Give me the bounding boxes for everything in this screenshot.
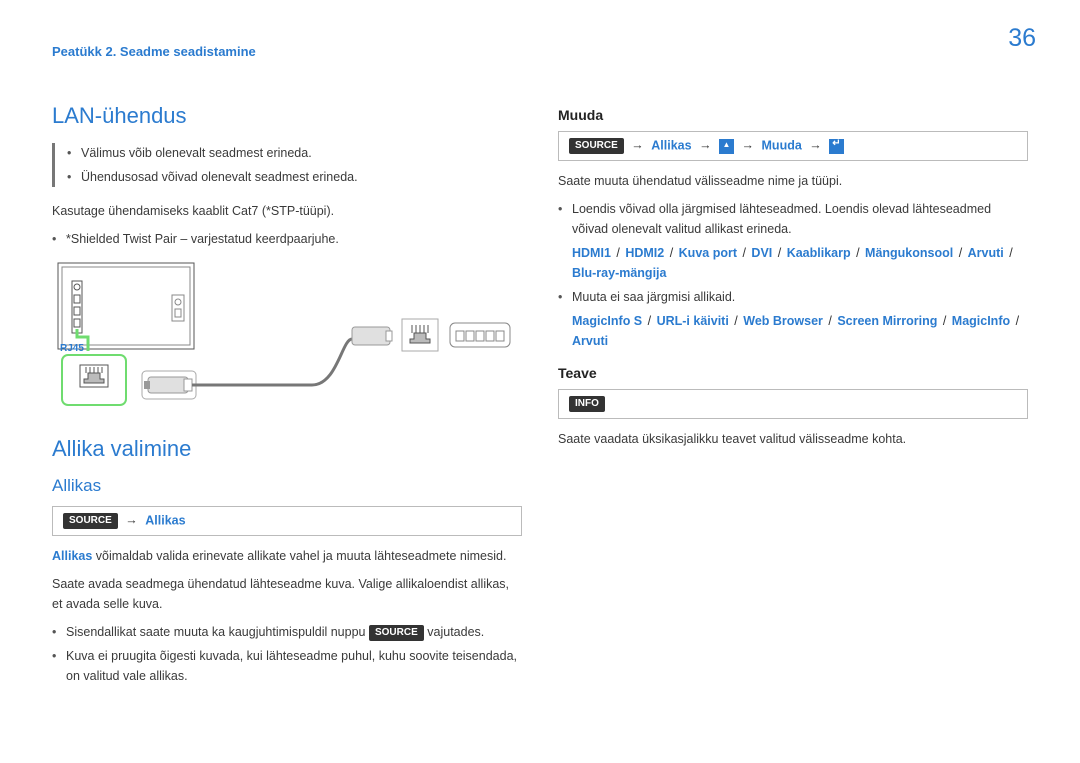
- slash-separator: /: [953, 246, 967, 260]
- source-token: MagicInfo: [952, 314, 1010, 328]
- heading-lan: LAN-ühendus: [52, 103, 522, 129]
- source-token: Screen Mirroring: [837, 314, 937, 328]
- source-token: Kaablikarp: [787, 246, 851, 260]
- heading-allikas: Allikas: [52, 476, 522, 496]
- left-column: LAN-ühendus Välimus võib olenevalt seadm…: [52, 103, 522, 696]
- slash-separator: /: [729, 314, 743, 328]
- slash-separator: /: [823, 314, 837, 328]
- source-tag: SOURCE: [63, 513, 118, 529]
- arrow-icon: →: [738, 138, 759, 152]
- allikas-p2: Saate avada seadmega ühendatud lähtesead…: [52, 574, 522, 614]
- path-box-teave: INFO: [558, 389, 1028, 419]
- path-box-allikas: SOURCE → Allikas: [52, 506, 522, 536]
- muuda-b1-text: Loendis võivad olla järgmised lähteseadm…: [572, 202, 991, 236]
- allikas-bullet-2: Kuva ei pruugita õigesti kuvada, kui läh…: [52, 646, 522, 686]
- slash-separator: /: [937, 314, 951, 328]
- rj45-label: RJ45: [60, 343, 84, 354]
- path-token-allikas: Allikas: [145, 513, 185, 527]
- arrow-icon: →: [627, 138, 648, 152]
- muuda-p1: Saate muuta ühendatud välisseadme nime j…: [558, 171, 1028, 191]
- muuda-bullet-1: Loendis võivad olla järgmised lähteseadm…: [558, 199, 1028, 283]
- source-token: Mängukonsool: [865, 246, 953, 260]
- arrow-icon: →: [121, 513, 142, 527]
- up-icon: [719, 139, 734, 154]
- source-tag-2: SOURCE: [569, 138, 624, 154]
- arrow-icon: →: [805, 138, 826, 152]
- path-box-muuda: SOURCE → Allikas → → Muuda →: [558, 131, 1028, 161]
- token-allikas-inline: Allikas: [52, 549, 92, 563]
- slash-separator: /: [642, 314, 656, 328]
- slash-separator: /: [772, 246, 786, 260]
- enter-icon: [829, 139, 844, 154]
- page-number: 36: [1008, 24, 1036, 53]
- slash-separator: /: [737, 246, 751, 260]
- source-token: Arvuti: [968, 246, 1004, 260]
- allikas-p1-text: võimaldab valida erinevate allikate vahe…: [96, 549, 507, 563]
- allikas-p1: Allikas võimaldab valida erinevate allik…: [52, 546, 522, 566]
- allikas-b1-b: vajutades.: [427, 625, 484, 639]
- right-column: Muuda SOURCE → Allikas → → Muuda → Saate…: [558, 103, 1028, 696]
- lan-cable-text: Kasutage ühendamiseks kaablit Cat7 (*STP…: [52, 201, 522, 221]
- muuda-b2-text: Muuta ei saa järgmisi allikaid.: [572, 290, 735, 304]
- source-token: MagicInfo S: [572, 314, 642, 328]
- muuda-tokens-2: MagicInfo S / URL-i käiviti / Web Browse…: [572, 311, 1028, 351]
- slash-separator: /: [664, 246, 678, 260]
- slash-separator: /: [611, 246, 625, 260]
- path-token-muuda: Muuda: [762, 138, 802, 152]
- heading-allika-valimine: Allika valimine: [52, 436, 522, 462]
- connection-diagram: RJ45: [52, 259, 512, 414]
- muuda-tokens-1: HDMI1 / HDMI2 / Kuva port / DVI / Kaabli…: [572, 243, 1028, 283]
- source-token: Arvuti: [572, 334, 608, 348]
- slash-separator: /: [1010, 314, 1021, 328]
- slash-separator: /: [851, 246, 865, 260]
- slash-separator: /: [1004, 246, 1015, 260]
- source-token: DVI: [751, 246, 772, 260]
- muuda-bullet-2: Muuta ei saa järgmisi allikaid. MagicInf…: [558, 287, 1028, 351]
- arrow-icon: →: [695, 138, 716, 152]
- heading-muuda: Muuda: [558, 107, 1028, 123]
- heading-teave: Teave: [558, 365, 1028, 381]
- teave-p: Saate vaadata üksikasjalikku teavet vali…: [558, 429, 1028, 449]
- path-token-allikas-2: Allikas: [651, 138, 691, 152]
- source-token: HDMI1: [572, 246, 611, 260]
- source-token: Web Browser: [743, 314, 823, 328]
- lan-note-block: Välimus võib olenevalt seadmest erineda.…: [52, 143, 522, 187]
- lan-note-2: Ühendusosad võivad olenevalt seadmest er…: [67, 167, 522, 187]
- info-tag: INFO: [569, 396, 605, 412]
- allikas-b1-a: Sisendallikat saate muuta ka kaugjuhtimi…: [66, 625, 366, 639]
- lan-note-1: Välimus võib olenevalt seadmest erineda.: [67, 143, 522, 163]
- source-token: Kuva port: [679, 246, 737, 260]
- source-token: URL-i käiviti: [657, 314, 729, 328]
- source-tag-inline: SOURCE: [369, 625, 424, 641]
- chapter-header: Peatükk 2. Seadme seadistamine: [52, 44, 1028, 59]
- source-token: HDMI2: [625, 246, 664, 260]
- source-token: Blu-ray-mängija: [572, 266, 666, 280]
- lan-cable-sub: *Shielded Twist Pair – varjestatud keerd…: [52, 229, 522, 249]
- allikas-bullet-1: Sisendallikat saate muuta ka kaugjuhtimi…: [52, 622, 522, 642]
